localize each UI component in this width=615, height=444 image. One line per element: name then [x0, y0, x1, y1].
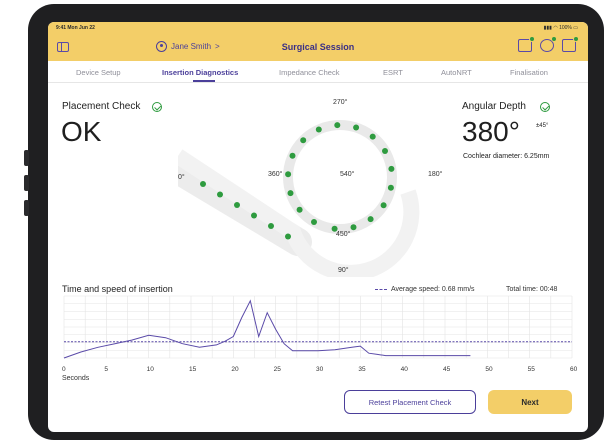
electrode-contact	[296, 206, 303, 213]
wifi-icon: ◠	[553, 25, 558, 31]
electrode-contact	[251, 212, 257, 219]
x-tick-label: 30	[316, 366, 324, 373]
angle-label: 360°	[268, 170, 283, 178]
check-circle-icon	[152, 102, 162, 112]
x-tick-label: 35	[358, 366, 366, 373]
x-tick-label: 45	[443, 366, 451, 373]
x-tick-label: 10	[147, 366, 155, 373]
angle-label: 270°	[333, 98, 348, 106]
tab-finalisation[interactable]: Finalisation	[510, 68, 548, 77]
user-name: Jane Smith	[171, 42, 212, 51]
tab-autonrt[interactable]: AutoNRT	[441, 68, 472, 77]
status-right: ▮▮▮ ◠ 100% ▭	[544, 25, 578, 31]
placement-check-title: Placement Check	[62, 101, 141, 112]
tab-esrt[interactable]: ESRT	[383, 68, 403, 77]
status-dot	[529, 36, 535, 42]
app-screen: 9:41 Mon Jun 22 ▮▮▮ ◠ 100% ▭ Jane Smith …	[48, 22, 588, 432]
status-bar: 9:41 Mon Jun 22 ▮▮▮ ◠ 100% ▭	[48, 22, 588, 34]
electrode-contact	[311, 219, 317, 225]
electrode-contact	[285, 171, 292, 178]
tab-device-setup[interactable]: Device Setup	[76, 68, 121, 77]
workflow-tabs: Device Setup Insertion Diagnostics Imped…	[48, 61, 588, 83]
speed-series-line	[63, 299, 471, 359]
tablet-side-button	[24, 175, 29, 191]
electrode-contact	[287, 190, 294, 197]
status-dot	[551, 36, 557, 42]
legend-line	[375, 289, 387, 290]
angle-label: 180°	[428, 170, 443, 178]
signal-icon: ▮▮▮	[543, 25, 552, 31]
total-time-label: Total time: 00:48	[506, 286, 558, 293]
electrode-contact	[367, 216, 374, 223]
x-tick-label: 5	[104, 366, 108, 373]
angular-depth-title: Angular Depth	[462, 101, 526, 112]
x-tick-label: 50	[485, 366, 493, 373]
status-dot	[573, 36, 579, 42]
connection-icon[interactable]	[540, 36, 557, 52]
electrode-contact	[300, 137, 307, 144]
page-title: Surgical Session	[281, 42, 355, 52]
angle-label: 450°	[336, 230, 351, 238]
tab-impedance-check[interactable]: Impedance Check	[279, 68, 339, 77]
processor-icon[interactable]	[518, 36, 535, 52]
chart-grid	[63, 295, 573, 359]
electrode-contact	[289, 152, 296, 159]
electrode-contact	[350, 224, 357, 231]
electrode-contact	[369, 133, 376, 140]
x-tick-label: 40	[401, 366, 409, 373]
electrode-contact	[380, 202, 387, 209]
electrode-contact	[200, 181, 206, 187]
electrode-spiral-diagram: 270° 0° 360° 540° 180° 450° 90°	[178, 98, 443, 277]
angle-label: 540°	[340, 170, 355, 178]
electrode-contact	[387, 184, 394, 191]
tablet-side-button	[24, 150, 29, 166]
implant-icon[interactable]	[562, 36, 579, 52]
user-menu[interactable]: Jane Smith >	[156, 41, 220, 52]
x-tick-label: 0	[62, 366, 66, 373]
x-tick-label: 20	[231, 366, 239, 373]
top-navbar: Jane Smith > Surgical Session	[48, 34, 588, 61]
tablet-side-button	[24, 200, 29, 216]
next-button[interactable]: Next	[488, 390, 572, 414]
chevron-right-icon: >	[215, 42, 220, 51]
angle-label: 0°	[178, 173, 185, 181]
x-axis-ticks: 0 5 10 15 20 25 30 35 40 45 50 55 60	[62, 366, 578, 373]
electrode-contact	[315, 126, 322, 133]
user-avatar-icon	[156, 41, 167, 52]
electrode-contact	[388, 165, 395, 172]
check-circle-icon	[540, 102, 550, 112]
x-axis-title: Seconds	[62, 375, 90, 382]
average-speed-label: Average speed: 0.68 mm/s	[391, 286, 475, 293]
chart-title: Time and speed of insertion	[62, 284, 173, 294]
battery-level: 100%	[559, 25, 572, 31]
device-status-icons	[518, 36, 579, 52]
electrode-contact	[234, 202, 240, 208]
x-tick-label: 15	[189, 366, 197, 373]
electrode-contact	[217, 191, 223, 198]
electrode-contact	[285, 233, 291, 240]
x-tick-label: 55	[528, 366, 536, 373]
angular-depth-tolerance: ±45°	[536, 123, 549, 129]
electrode-contact	[353, 124, 360, 131]
x-tick-label: 25	[274, 366, 282, 373]
cochlear-diameter: Cochlear diameter: 6.25mm	[463, 153, 550, 160]
active-tab-indicator	[193, 80, 215, 82]
battery-icon: ▭	[573, 25, 578, 31]
angle-label: 90°	[338, 266, 349, 274]
chart-legend: Average speed: 0.68 mm/s	[375, 286, 475, 293]
x-tick-label: 60	[570, 366, 578, 373]
electrode-contact	[268, 223, 274, 229]
status-time: 9:41 Mon Jun 22	[56, 25, 95, 31]
placement-check-value: OK	[61, 116, 102, 147]
insertion-speed-chart: 0 5 10 15 20 25 30 35 40 45 50 55 60	[62, 295, 578, 373]
retest-placement-check-button[interactable]: Retest Placement Check	[344, 390, 476, 414]
tab-insertion-diagnostics[interactable]: Insertion Diagnostics	[162, 68, 238, 77]
electrode-contact	[334, 122, 341, 129]
electrode-contact	[382, 148, 388, 154]
angular-depth-value: 380°	[462, 116, 520, 147]
sidebar-toggle-icon[interactable]	[57, 42, 69, 52]
